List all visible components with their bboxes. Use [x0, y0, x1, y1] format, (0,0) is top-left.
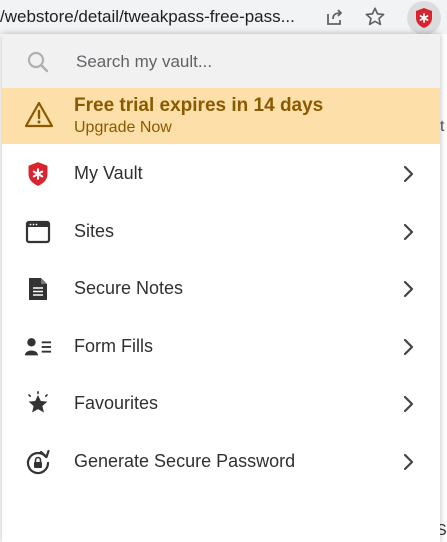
menu-item-label: Secure Notes: [74, 278, 184, 298]
chevron-right-icon: [403, 453, 414, 471]
vault-search-bar: [2, 34, 440, 88]
menu-item-my-vault[interactable]: My Vault: [2, 146, 440, 202]
menu-item-label: Form Fills: [74, 336, 153, 356]
background-page-text: t: [440, 118, 445, 135]
chevron-right-icon: [403, 280, 414, 298]
tweakpass-popup: Free trial expires in 14 days Upgrade No…: [2, 34, 440, 542]
shield-icon: [24, 160, 52, 188]
menu-item-secure-notes[interactable]: Secure Notes: [2, 261, 440, 317]
menu-item-favourites[interactable]: Favourites: [2, 376, 440, 432]
share-icon[interactable]: [323, 5, 347, 29]
upgrade-now-link[interactable]: Upgrade Now: [74, 119, 172, 137]
trial-expiry-text: Free trial expires in 14 days: [74, 95, 324, 116]
trial-banner[interactable]: Free trial expires in 14 days Upgrade No…: [2, 88, 440, 144]
search-icon: [27, 51, 49, 73]
chevron-right-icon: [403, 338, 414, 356]
search-input[interactable]: [74, 48, 418, 76]
chevron-right-icon: [403, 223, 414, 241]
menu-item-label: Favourites: [74, 393, 159, 413]
tweakpass-extension-icon: [416, 8, 432, 28]
user-card-icon: [24, 333, 52, 361]
browser-window-icon: [24, 218, 52, 246]
menu-item-sites[interactable]: Sites: [2, 204, 440, 260]
bookmark-star-icon[interactable]: [363, 5, 387, 29]
tweakpass-extension-button[interactable]: [407, 1, 441, 35]
menu-item-generate-password[interactable]: Generate Secure Password: [2, 434, 440, 490]
star-badge-icon: [24, 390, 52, 418]
browser-toolbar: /webstore/detail/tweakpass-free-pass...: [0, 0, 447, 35]
chevron-right-icon: [403, 165, 414, 183]
menu-item-label: Sites: [74, 221, 115, 241]
menu-item-label: My Vault: [74, 163, 143, 183]
menu-item-label: Generate Secure Password: [74, 451, 296, 471]
address-bar[interactable]: /webstore/detail/tweakpass-free-pass...: [0, 6, 312, 28]
menu-item-form-fills[interactable]: Form Fills: [2, 319, 440, 375]
chevron-right-icon: [403, 395, 414, 413]
document-icon: [24, 275, 52, 303]
warning-icon: [24, 101, 54, 128]
refresh-lock-icon: [24, 448, 52, 476]
